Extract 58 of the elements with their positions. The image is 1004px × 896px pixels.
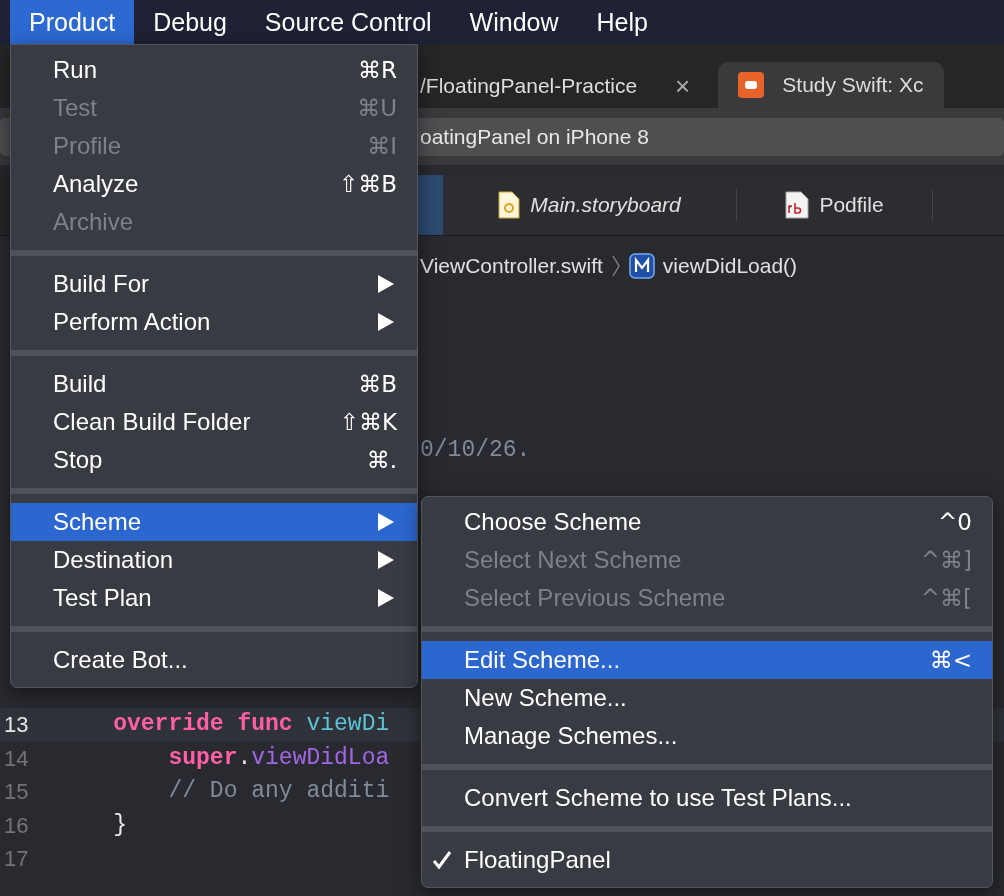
menu-item[interactable]: Clean Build Folder ⇧⌘K bbox=[11, 403, 417, 441]
menu-item[interactable]: New Scheme... bbox=[422, 679, 992, 717]
app-icon bbox=[738, 72, 765, 98]
chevron-icon bbox=[610, 254, 621, 278]
line-number: 16 bbox=[4, 812, 29, 838]
menu-item[interactable]: Build For bbox=[11, 265, 417, 303]
menu-item[interactable]: Perform Action bbox=[11, 303, 417, 341]
menu-item[interactable]: Run ⌘R bbox=[11, 51, 417, 89]
menu-item[interactable]: FloatingPanel bbox=[422, 841, 992, 879]
menu-item[interactable]: Convert Scheme to use Test Plans... bbox=[422, 779, 992, 817]
menu-item[interactable]: Choose Scheme ^0 bbox=[422, 503, 992, 541]
menu-item[interactable]: Test Plan bbox=[11, 579, 417, 617]
shortcut-label: ⌘U bbox=[357, 95, 397, 121]
menu-bar-item[interactable]: Debug bbox=[134, 0, 246, 44]
status-text: oatingPanel on iPhone 8 bbox=[420, 124, 649, 149]
shortcut-label: ⌘R bbox=[358, 57, 397, 83]
menu-item[interactable]: Build ⌘B bbox=[11, 365, 417, 403]
menu-item[interactable]: Scheme bbox=[11, 503, 417, 541]
close-button[interactable]: × bbox=[675, 70, 691, 102]
line-number: 13 bbox=[4, 712, 29, 737]
menu-item[interactable]: Analyze ⇧⌘B bbox=[11, 165, 417, 203]
browser-tab[interactable]: /FloatingPanel-Practice × bbox=[420, 64, 691, 108]
shortcut-label: ⌘B bbox=[358, 371, 397, 397]
code-line: super.viewDidLoa bbox=[167, 743, 390, 773]
browser-tab-title: /FloatingPanel-Practice bbox=[420, 74, 638, 98]
shortcut-label: ^⌘] bbox=[920, 547, 972, 573]
code-line: override func viewDi bbox=[112, 710, 390, 739]
menu-bar-item[interactable]: Product bbox=[10, 0, 135, 44]
shortcut-label: ⌘I bbox=[367, 133, 397, 159]
code-comment: 0/10/26. bbox=[420, 437, 531, 463]
code-line: } bbox=[112, 810, 127, 840]
menu-item[interactable]: Edit Scheme... ⌘< bbox=[422, 641, 992, 679]
shortcut-label: ⌘. bbox=[366, 447, 397, 473]
browser-tab[interactable]: Study Swift: Xc bbox=[718, 62, 944, 108]
menu-bar-item[interactable]: Help bbox=[577, 0, 667, 44]
menu-bar-item[interactable]: Source Control bbox=[245, 0, 451, 44]
editor-tab[interactable]: Podfile bbox=[737, 189, 933, 221]
line-number: 17 bbox=[4, 846, 29, 871]
line-number: 15 bbox=[4, 779, 29, 804]
shortcut-label: ⌘< bbox=[929, 647, 972, 673]
line-number: 14 bbox=[4, 745, 29, 771]
editor-tab[interactable]: Main.storyboard bbox=[443, 189, 737, 221]
document-icon bbox=[498, 191, 521, 219]
shortcut-label: ^0 bbox=[938, 509, 972, 535]
shortcut-label: ^⌘[ bbox=[920, 585, 972, 611]
shortcut-label: ⇧⌘K bbox=[339, 409, 397, 435]
ruby-file-icon bbox=[785, 191, 810, 219]
menu-item[interactable]: Create Bot... bbox=[11, 641, 417, 679]
shortcut-label: ⇧⌘B bbox=[338, 171, 397, 197]
code-line: // Do any additi bbox=[167, 777, 390, 806]
method-icon bbox=[628, 253, 655, 279]
method-path-item[interactable]: viewDidLoad() bbox=[662, 254, 798, 278]
file-path-item[interactable]: ViewController.swift bbox=[420, 254, 603, 278]
menu-item[interactable]: Manage Schemes... bbox=[422, 717, 992, 755]
menu-bar-item[interactable]: Window bbox=[450, 0, 578, 44]
menu-item[interactable]: Destination bbox=[11, 541, 417, 579]
browser-tab-title: Study Swift: Xc bbox=[782, 73, 924, 97]
menu-item[interactable]: Stop ⌘. bbox=[11, 441, 417, 479]
